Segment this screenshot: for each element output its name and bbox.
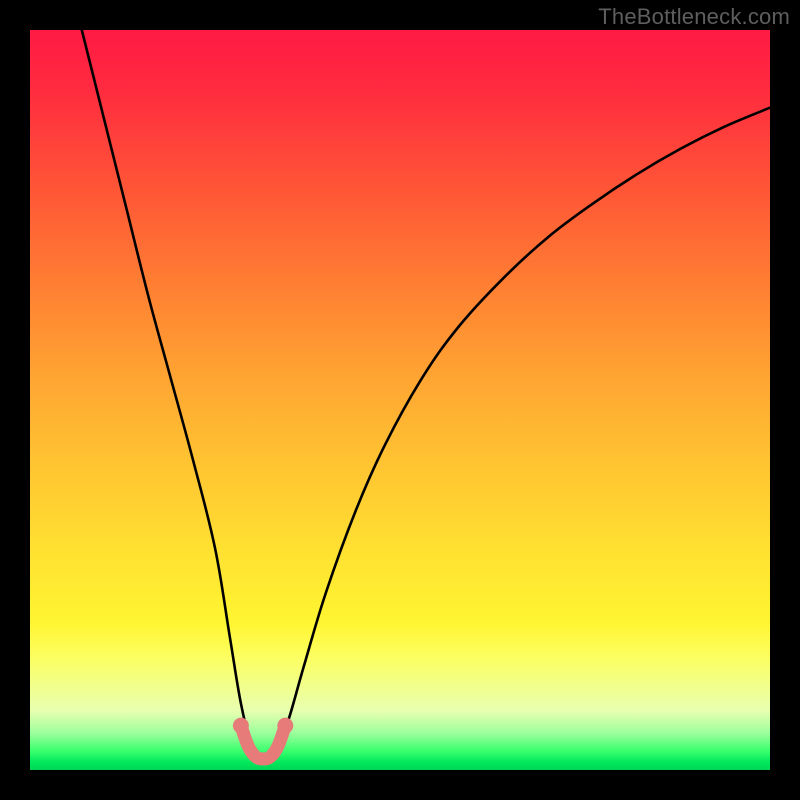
bottleneck-curve bbox=[82, 30, 770, 760]
highlight-arc-dots bbox=[233, 718, 293, 734]
plot-area bbox=[30, 30, 770, 770]
plot-svg bbox=[30, 30, 770, 770]
highlight-arc-endpoint bbox=[233, 718, 249, 734]
highlight-arc bbox=[241, 726, 285, 759]
watermark-text: TheBottleneck.com bbox=[598, 4, 790, 30]
highlight-arc-endpoint bbox=[277, 718, 293, 734]
chart-frame: TheBottleneck.com bbox=[0, 0, 800, 800]
